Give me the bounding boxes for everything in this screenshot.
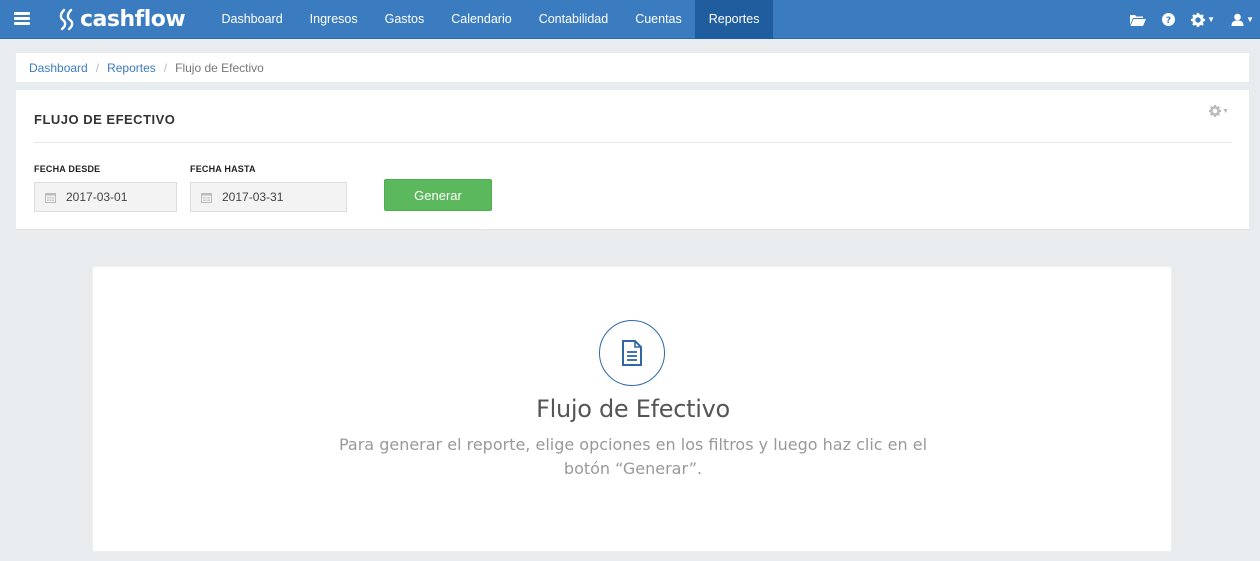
fecha-desde-input[interactable]: 2017-03-01 bbox=[34, 182, 177, 212]
filter-panel: FLUJO DE EFECTIVO ▼ FECHA DESDE 2017-03-… bbox=[16, 90, 1249, 230]
empty-state-title: Flujo de Efectivo bbox=[536, 395, 730, 423]
cashflow-logo-icon bbox=[59, 8, 74, 31]
breadcrumb-current: Flujo de Efectivo bbox=[175, 60, 264, 75]
chevron-down-icon: ▼ bbox=[1207, 15, 1216, 24]
divider bbox=[34, 142, 1232, 143]
gear-icon[interactable]: ▼ bbox=[1191, 12, 1216, 27]
calendar-icon bbox=[45, 192, 56, 203]
empty-state-message: Para generar el reporte, elige opciones … bbox=[338, 435, 928, 478]
top-navbar: cashflow Dashboard Ingresos Gastos Calen… bbox=[0, 0, 1260, 39]
cashflow-logo[interactable]: cashflow bbox=[58, 5, 186, 33]
breadcrumb-separator: / bbox=[95, 60, 100, 75]
nav-item-ingresos[interactable]: Ingresos bbox=[296, 0, 371, 39]
fecha-desde-label: FECHA DESDE bbox=[34, 164, 101, 174]
user-icon[interactable]: ▼ bbox=[1231, 13, 1254, 26]
nav-item-gastos[interactable]: Gastos bbox=[371, 0, 438, 39]
folder-open-icon[interactable] bbox=[1130, 14, 1147, 26]
fecha-hasta-value: 2017-03-31 bbox=[222, 190, 284, 204]
fecha-hasta-input[interactable]: 2017-03-31 bbox=[190, 182, 347, 212]
panel-settings-button[interactable]: ▼ bbox=[1209, 105, 1229, 117]
navbar-actions: ? ▼ ▼ bbox=[1130, 0, 1260, 39]
nav-item-cuentas[interactable]: Cuentas bbox=[622, 0, 696, 39]
logo-text: cashflow bbox=[80, 6, 186, 32]
fecha-desde-value: 2017-03-01 bbox=[66, 190, 128, 204]
help-icon[interactable]: ? bbox=[1162, 13, 1176, 26]
calendar-icon bbox=[201, 192, 212, 203]
gear-icon bbox=[1209, 105, 1222, 117]
nav-item-calendario[interactable]: Calendario bbox=[438, 0, 525, 39]
svg-text:?: ? bbox=[1166, 16, 1171, 26]
page-title: FLUJO DE EFECTIVO bbox=[34, 112, 176, 127]
nav-item-dashboard[interactable]: Dashboard bbox=[208, 0, 296, 39]
fecha-hasta-label: FECHA HASTA bbox=[190, 164, 256, 174]
hamburger-menu-icon[interactable] bbox=[14, 12, 30, 26]
breadcrumb-reportes[interactable]: Reportes bbox=[107, 61, 156, 75]
report-empty-state: Flujo de Efectivo Para generar el report… bbox=[92, 266, 1172, 552]
breadcrumb-dashboard[interactable]: Dashboard bbox=[29, 61, 88, 75]
chevron-down-icon: ▼ bbox=[1222, 107, 1229, 115]
report-icon-circle bbox=[599, 320, 665, 386]
document-icon bbox=[622, 340, 642, 366]
generar-button[interactable]: Generar bbox=[384, 179, 492, 211]
breadcrumb: Dashboard / Reportes / Flujo de Efectivo bbox=[16, 53, 1249, 82]
chevron-down-icon: ▼ bbox=[1246, 15, 1254, 24]
breadcrumb-separator: / bbox=[163, 60, 168, 75]
nav-item-reportes[interactable]: Reportes bbox=[695, 0, 773, 39]
main-nav: Dashboard Ingresos Gastos Calendario Con… bbox=[208, 0, 773, 39]
nav-item-contabilidad[interactable]: Contabilidad bbox=[525, 0, 622, 39]
